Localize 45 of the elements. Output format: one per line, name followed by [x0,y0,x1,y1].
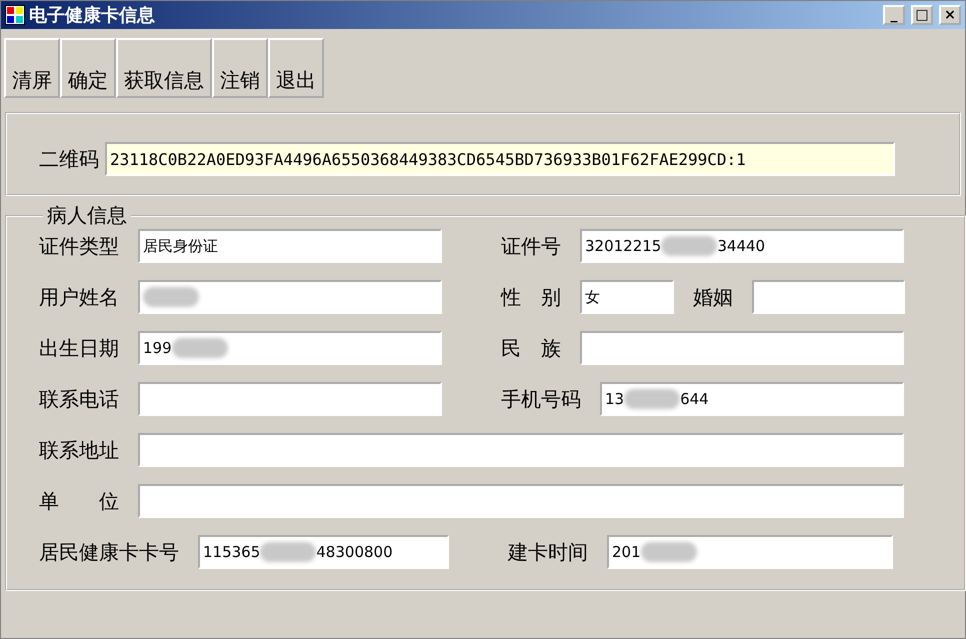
input-field[interactable] [580,331,904,365]
input-field[interactable]: 居民身份证 [138,229,442,263]
input-field[interactable] [138,382,442,416]
redaction-blur [624,389,680,409]
field-label: 出生日期 [39,334,119,362]
field-label: 用户姓名 [39,284,119,310]
input-field[interactable]: 199 [138,331,442,365]
input-field[interactable] [138,433,904,467]
field-label: 居民健康卡卡号 [39,538,179,566]
app-icon [5,5,25,25]
window-control-button[interactable]: □ [911,5,933,25]
input-field[interactable]: 13 644 [600,382,904,416]
field-label: 证件号 [501,232,561,260]
input-field[interactable]: 32012215 34440 [580,229,904,263]
input-field[interactable]: 女 [580,280,674,314]
field-label: 单 位 [39,488,119,514]
toolbar-button[interactable]: 获取信息 [116,38,212,98]
input-field[interactable] [752,280,905,314]
field-label: 联系电话 [39,386,119,412]
input-field[interactable]: 201 [607,535,893,569]
field-label: 手机号码 [501,386,581,412]
field-label: 民 族 [501,334,561,362]
input-field[interactable]: 115365 48300800 [198,535,449,569]
redaction-blur [661,236,718,256]
redaction-blur [640,542,697,562]
group-title: 病人信息 [46,202,128,229]
window-control-button[interactable]: _ [883,5,905,25]
redaction-blur [260,542,316,562]
input-field[interactable] [138,484,904,518]
toolbar-button[interactable]: 注销 [212,38,268,98]
qr-code-field[interactable]: 23118C0B22A0ED93FA4496A6550368449383CD6545BD736933B01F62FAE299CD:1 [105,142,895,176]
window-title: 电子健康卡信息 [29,4,156,27]
field-label: 婚姻 [693,284,733,310]
toolbar-button[interactable]: 清屏 [4,38,60,98]
field-label: 性 别 [501,284,561,310]
field-label: 联系地址 [39,436,119,464]
field-label: 建卡时间 [508,538,588,566]
window-control-button[interactable]: × [939,5,961,25]
field-label: 二维码 [39,146,99,172]
input-field[interactable] [138,280,442,314]
toolbar-button[interactable]: 确定 [60,38,116,98]
redaction-blur [143,287,199,307]
redaction-blur [172,338,228,358]
toolbar-button[interactable]: 退出 [268,38,324,98]
field-label: 证件类型 [39,232,119,260]
